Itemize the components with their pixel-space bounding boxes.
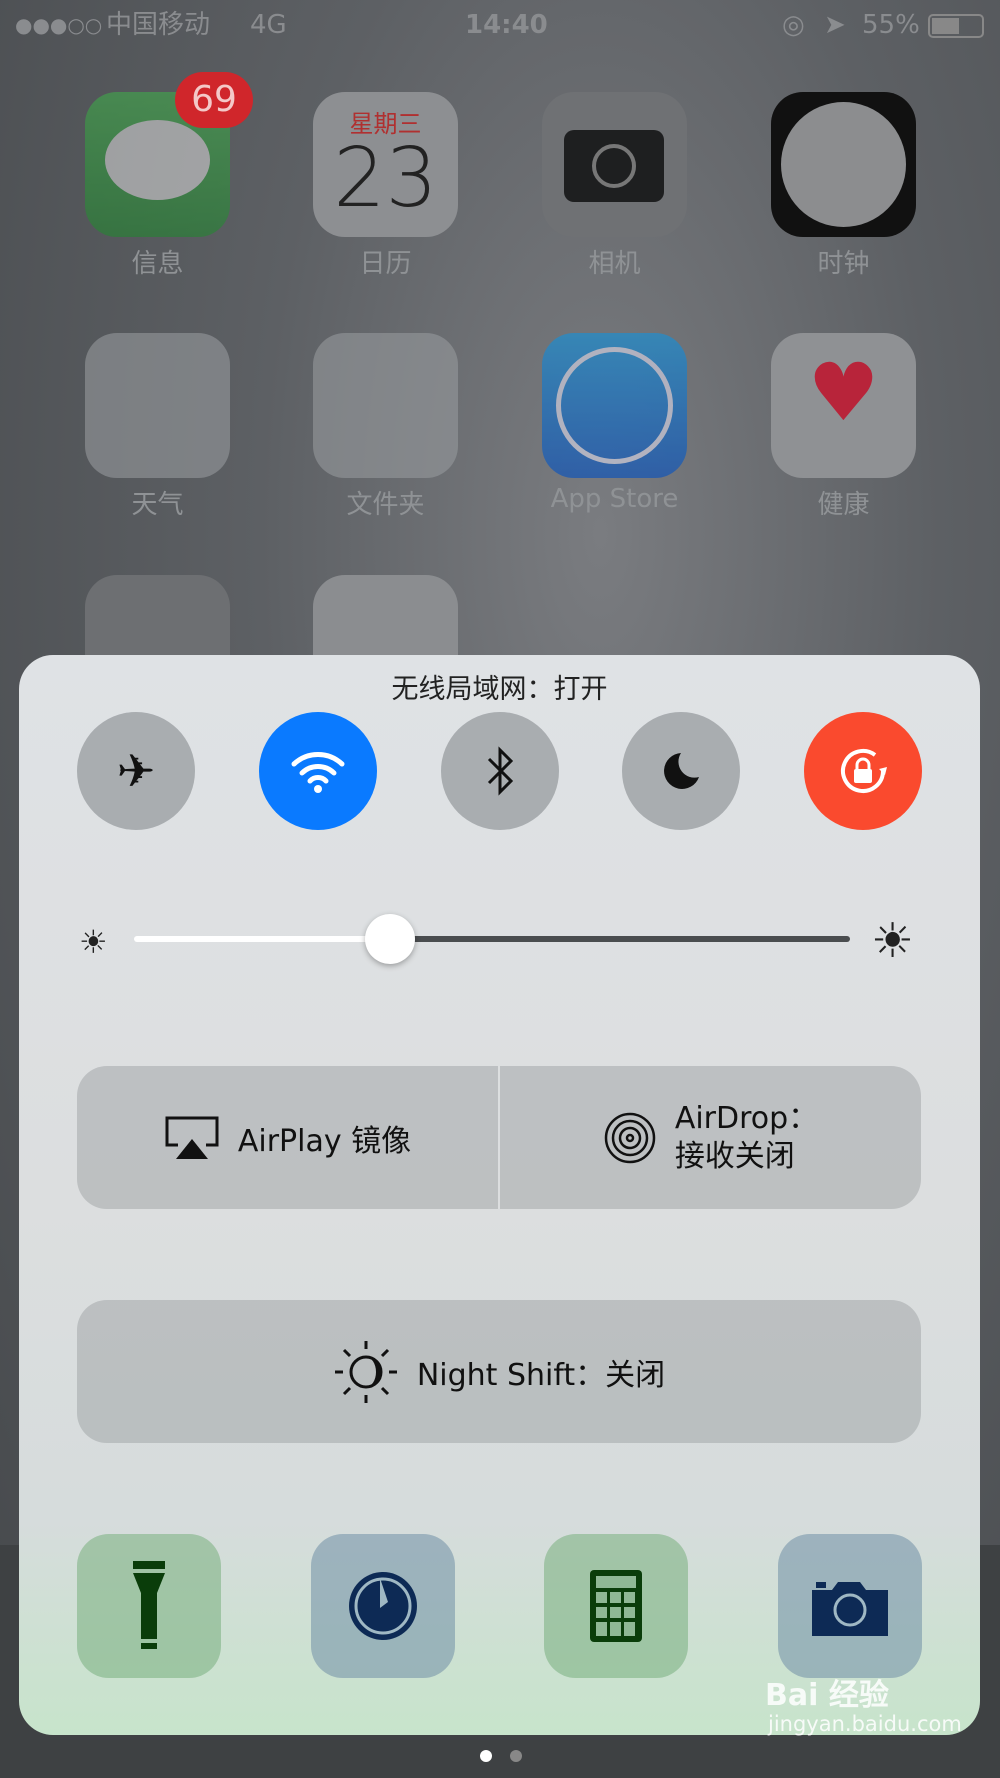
airdrop-icon xyxy=(604,1112,656,1163)
brightness-slider-fill xyxy=(134,936,390,942)
heart-icon: ♥ xyxy=(771,333,916,478)
page-dot[interactable] xyxy=(510,1750,522,1762)
app-label: 信息 xyxy=(131,249,184,279)
airplane-mode-toggle[interactable]: ✈ xyxy=(77,712,195,830)
brightness-slider-thumb[interactable] xyxy=(365,914,415,964)
timer-button[interactable] xyxy=(311,1534,455,1678)
app-app-store[interactable]: App Store xyxy=(542,333,687,514)
rotation-lock-toggle[interactable] xyxy=(804,712,922,830)
camera-icon xyxy=(812,1582,888,1636)
folder-icon xyxy=(85,333,230,478)
page-dot-active[interactable] xyxy=(480,1750,492,1762)
app-camera[interactable]: 相机 xyxy=(542,92,687,280)
moon-icon xyxy=(664,753,699,789)
app-clock[interactable]: 时钟 xyxy=(771,92,916,280)
control-center: 无线局域网：打开 ✈ ☀ ☀ AirPlay 镜像 AirDrop： 接收关闭 N… xyxy=(19,655,980,1735)
network-type: 4G xyxy=(250,10,287,40)
airplay-icon xyxy=(165,1116,219,1159)
night-shift-button[interactable]: Night Shift：关闭 xyxy=(77,1300,921,1443)
airdrop-button[interactable]: AirDrop： 接收关闭 xyxy=(500,1066,921,1209)
app-health[interactable]: ♥ 健康 xyxy=(771,333,916,521)
airdrop-label: AirDrop： xyxy=(674,1100,819,1136)
timer-icon xyxy=(349,1572,417,1640)
camera-app-icon xyxy=(542,92,687,237)
app-label: 天气 xyxy=(131,490,184,520)
app-label: 相机 xyxy=(588,249,641,279)
night-shift-label: Night Shift：关闭 xyxy=(416,1357,666,1393)
app-calendar[interactable]: 星期三 23 日历 xyxy=(313,92,458,280)
wifi-status-title: 无线局域网：打开 xyxy=(391,674,608,705)
app-folder[interactable]: 文件夹 xyxy=(313,333,458,521)
bluetooth-toggle[interactable] xyxy=(441,712,559,830)
wifi-icon xyxy=(291,752,345,793)
battery-icon xyxy=(928,14,984,38)
clock-icon xyxy=(771,92,916,237)
app-label: 日历 xyxy=(359,249,412,279)
airdrop-status: 接收关闭 xyxy=(674,1138,795,1174)
airplay-label: AirPlay 镜像 xyxy=(237,1123,412,1159)
calendar-day: 23 xyxy=(333,131,438,226)
night-shift-icon xyxy=(334,1340,397,1403)
battery-percent: 55% xyxy=(862,10,920,40)
camera-button[interactable] xyxy=(778,1534,922,1678)
rotation-lock-icon xyxy=(841,749,887,793)
brightness-low-icon: ☀ xyxy=(79,923,108,961)
brightness-high-icon: ☀ xyxy=(871,913,915,969)
calculator-icon xyxy=(590,1570,642,1642)
flashlight-icon xyxy=(133,1561,165,1649)
app-messages[interactable]: 69 信息 xyxy=(85,72,253,280)
app-label: 健康 xyxy=(817,490,870,520)
bluetooth-icon xyxy=(487,746,514,796)
calendar-icon: 星期三 23 xyxy=(313,92,458,237)
clock: 14:40 xyxy=(465,10,548,40)
brightness-slider-track[interactable] xyxy=(390,936,850,942)
app-store-icon xyxy=(542,333,687,478)
baidu-watermark-url: jingyan.baidu.com xyxy=(768,1712,962,1736)
airplay-mirroring-button[interactable]: AirPlay 镜像 xyxy=(77,1066,498,1209)
wifi-toggle[interactable] xyxy=(259,712,377,830)
signal-strength: ●●●○○ xyxy=(15,13,103,37)
app-label: 文件夹 xyxy=(346,490,425,520)
app-label: 时钟 xyxy=(817,249,870,279)
do-not-disturb-toggle[interactable] xyxy=(622,712,740,830)
app-folder-weather[interactable]: 天气 xyxy=(85,333,230,521)
airplane-icon: ✈ xyxy=(116,744,156,798)
location-icon: ➤ xyxy=(824,10,846,40)
baidu-watermark-logo: Bai 经验 xyxy=(765,1678,889,1713)
carrier: 中国移动 xyxy=(106,10,211,40)
flashlight-button[interactable] xyxy=(77,1534,221,1678)
app-label: App Store xyxy=(550,484,679,514)
calculator-button[interactable] xyxy=(544,1534,688,1678)
notification-badge: 69 xyxy=(175,72,253,128)
rotation-lock-icon: ◎ xyxy=(782,10,805,40)
folder-icon xyxy=(313,333,458,478)
